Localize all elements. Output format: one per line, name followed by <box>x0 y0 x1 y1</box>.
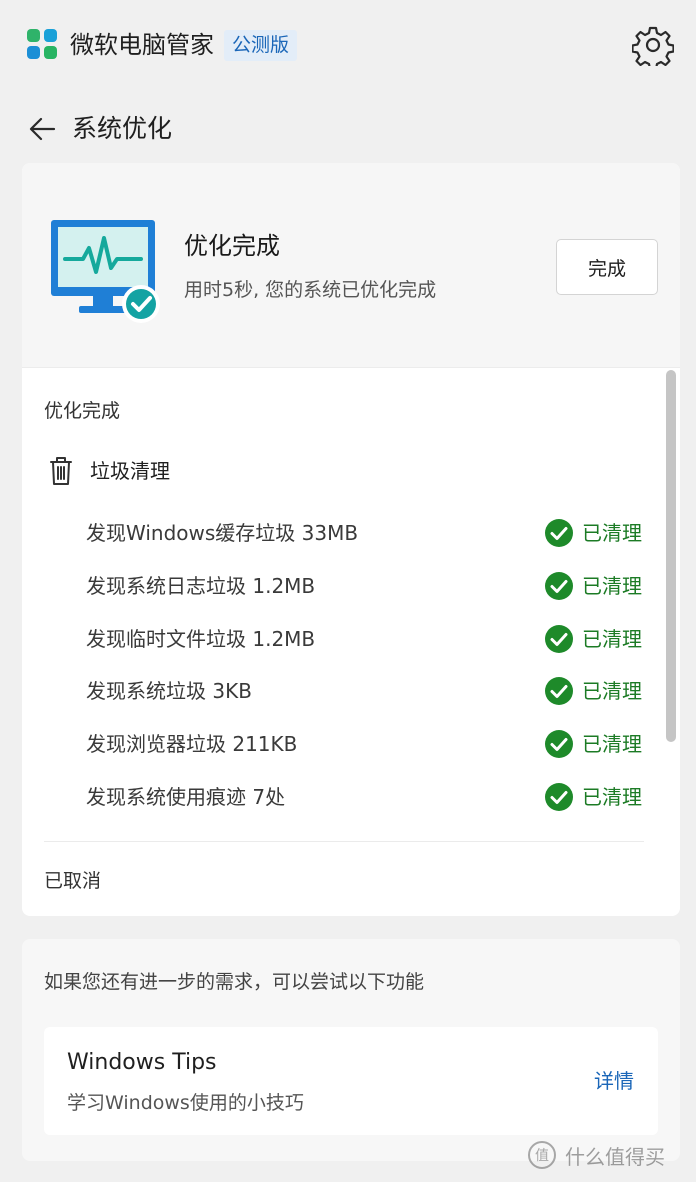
check-circle-icon <box>545 730 573 759</box>
watermark-logo-icon: 值 <box>528 1141 556 1169</box>
section-label: 优化完成 <box>44 400 121 422</box>
check-circle-icon <box>545 677 573 706</box>
optimization-results-card: 优化完成 用时5秒, 您的系统已优化完成 完成 优化完成 垃圾清理 发现Wind… <box>22 163 680 916</box>
category-label: 垃圾清理 <box>90 459 170 483</box>
item-status: 已清理 <box>544 623 642 655</box>
list-item: 发现临时文件垃圾 1.2MB 已清理 <box>22 614 680 667</box>
tip-title: Windows Tips <box>67 1050 217 1075</box>
summary-header: 优化完成 用时5秒, 您的系统已优化完成 完成 <box>22 163 680 368</box>
app-title: 微软电脑管家 <box>70 31 214 59</box>
suggestions-card: 如果您还有进一步的需求，可以尝试以下功能 Windows Tips 学习Wind… <box>22 939 680 1161</box>
check-circle-icon <box>545 571 573 600</box>
item-text: 发现系统垃圾 3KB <box>86 679 252 704</box>
status-title: 优化完成 <box>184 232 280 260</box>
trash-icon <box>50 457 72 485</box>
scrollbar-thumb[interactable] <box>666 370 676 742</box>
item-status: 已清理 <box>544 570 642 602</box>
windows-tips-card[interactable]: Windows Tips 学习Windows使用的小技巧 详情 <box>44 1027 658 1135</box>
watermark-text: 什么值得买 <box>565 1144 665 1169</box>
list-item: 发现系统垃圾 3KB 已清理 <box>22 666 680 719</box>
status-subtitle: 用时5秒, 您的系统已优化完成 <box>184 279 437 301</box>
app-logo-icon <box>27 29 57 59</box>
list-item: 发现系统使用痕迹 7处 已清理 <box>22 772 680 825</box>
title-bar: 微软电脑管家 公测版 <box>0 0 696 90</box>
arrow-left-icon[interactable] <box>26 112 60 146</box>
item-status: 已清理 <box>544 675 642 707</box>
item-text: 发现Windows缓存垃圾 33MB <box>86 521 359 545</box>
check-circle-icon <box>545 624 573 653</box>
gear-icon[interactable] <box>632 24 674 66</box>
page-title: 系统优化 <box>72 114 173 143</box>
status-text: 已清理 <box>582 521 642 545</box>
status-text: 已清理 <box>582 573 642 598</box>
divider <box>44 841 644 842</box>
check-circle-icon <box>545 519 573 547</box>
list-item: 发现浏览器垃圾 211KB 已清理 <box>22 719 680 772</box>
cancelled-label: 已取消 <box>44 870 102 892</box>
tip-subtitle: 学习Windows使用的小技巧 <box>67 1092 304 1114</box>
done-button[interactable]: 完成 <box>556 239 658 295</box>
item-text: 发现系统使用痕迹 7处 <box>86 784 286 809</box>
item-text: 发现临时文件垃圾 1.2MB <box>86 626 316 651</box>
status-text: 已清理 <box>582 679 642 704</box>
item-status: 已清理 <box>544 517 642 549</box>
suggestions-text: 如果您还有进一步的需求，可以尝试以下功能 <box>44 971 425 993</box>
status-text: 已清理 <box>582 784 642 809</box>
status-text: 已清理 <box>582 732 642 757</box>
list-item: 发现系统日志垃圾 1.2MB 已清理 <box>22 561 680 614</box>
item-text: 发现系统日志垃圾 1.2MB <box>86 573 316 598</box>
item-status: 已清理 <box>544 728 642 760</box>
cleanup-item-list: 发现Windows缓存垃圾 33MB 已清理 发现系统日志垃圾 1.2MB 已清… <box>22 508 680 825</box>
monitor-check-icon <box>51 220 160 323</box>
check-circle-icon <box>545 782 573 811</box>
item-status: 已清理 <box>544 781 642 813</box>
scrollbar[interactable] <box>664 368 678 916</box>
status-text: 已清理 <box>582 626 642 651</box>
svg-text:值: 值 <box>535 1148 549 1164</box>
watermark: 值 什么值得买 <box>527 1138 665 1172</box>
beta-badge: 公测版 <box>224 30 298 61</box>
details-link[interactable]: 详情 <box>594 1065 634 1097</box>
list-item: 发现Windows缓存垃圾 33MB 已清理 <box>22 508 680 561</box>
item-text: 发现浏览器垃圾 211KB <box>86 732 298 757</box>
